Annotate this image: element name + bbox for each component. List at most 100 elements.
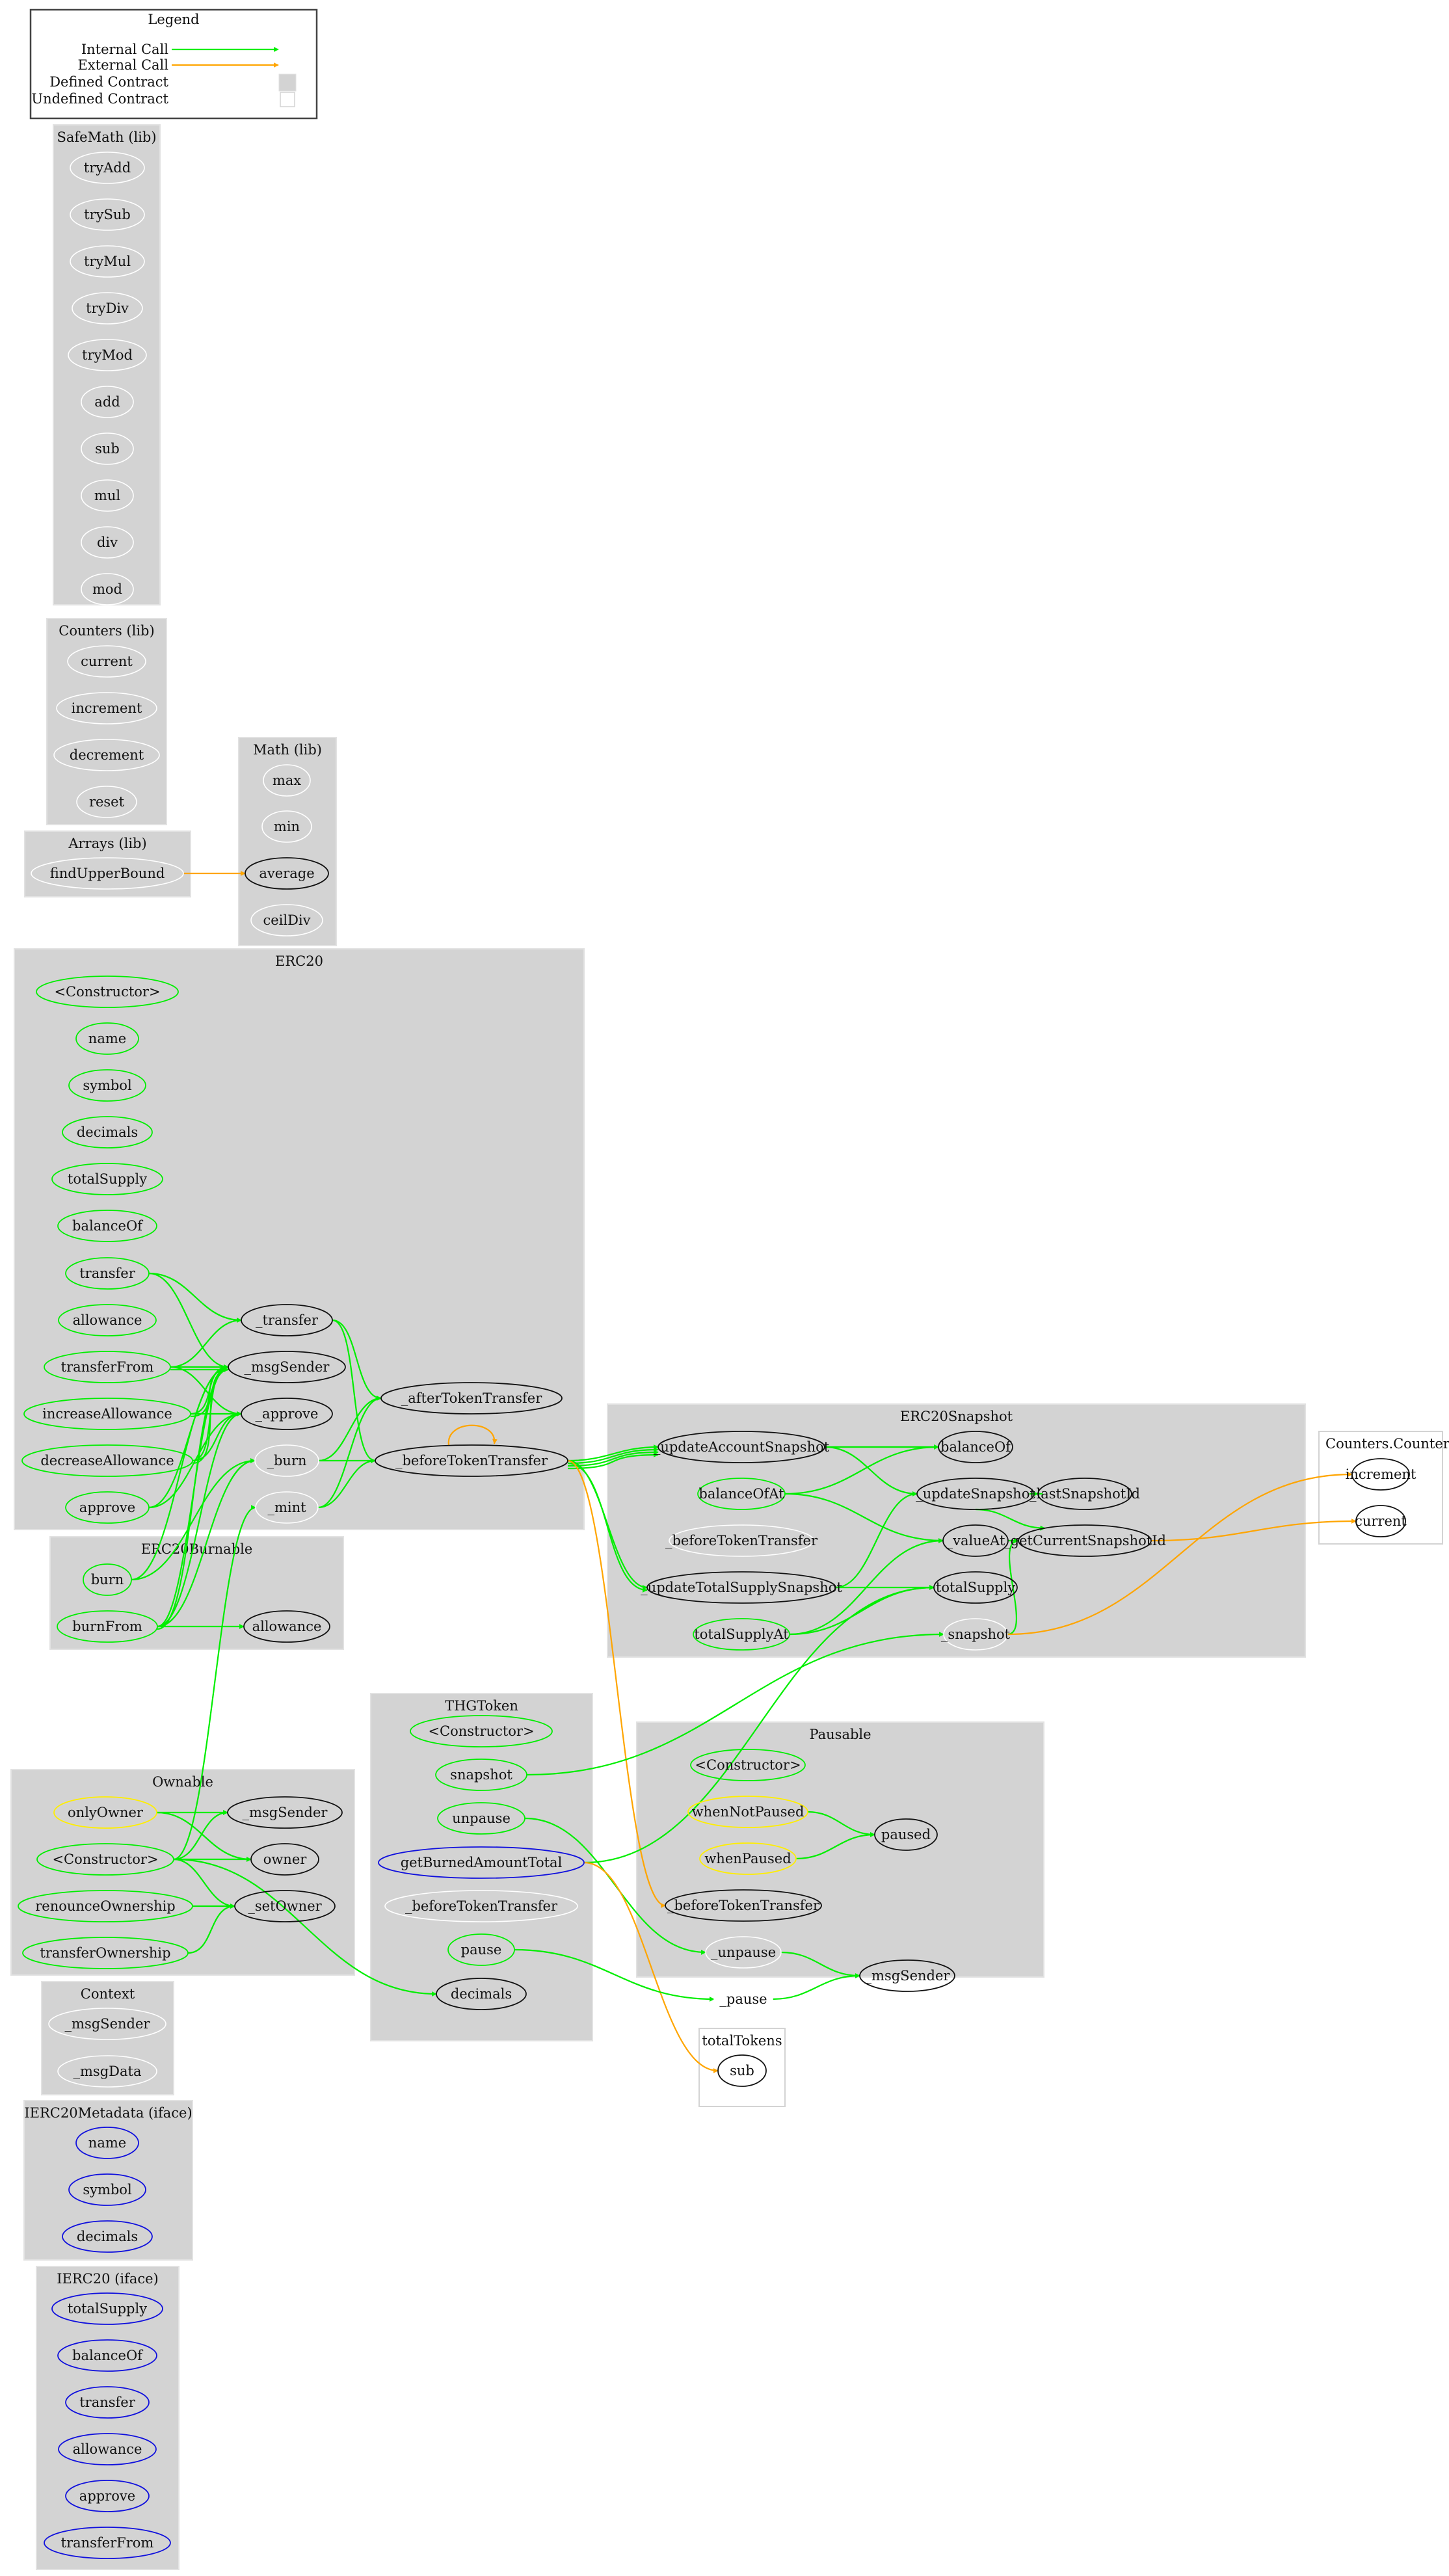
cluster-title: ERC20Snapshot [900,1409,1013,1424]
node-label: approve [79,1500,135,1515]
cluster-title: Arrays (lib) [68,836,146,851]
node-label: transfer [79,2395,135,2410]
node-label: ceilDiv [263,912,310,928]
node-label: totalSupply [936,1580,1015,1595]
cluster-title: Context [81,1986,135,2002]
node-label: increment [72,700,142,716]
node-label: snapshot [450,1767,512,1783]
node-label: decimals [451,1986,512,2002]
node-label: add [94,394,120,410]
cluster-safemath: SafeMath (lib) [53,124,161,605]
node-label: _mint [267,1500,306,1515]
internal-call-edge [772,1973,860,2000]
node-label: div [97,535,118,550]
node-label: whenNotPaused [692,1804,804,1820]
cluster-title: ERC20 [275,953,323,969]
cluster-title: Pausable [809,1727,871,1742]
node-label: <Constructor> [695,1757,801,1773]
node-label: tryDiv [86,300,129,316]
node-label: mul [94,488,120,503]
cluster-title: Ownable [152,1774,213,1790]
legend-undefined-contract-label: Undefined Contract [31,91,168,107]
node-label: _lastSnapshotId [1030,1486,1140,1502]
node-label: getBurnedAmountTotal [401,1855,563,1870]
legend-defined-contract-label: Defined Contract [49,74,168,90]
node-label: increaseAllowance [42,1406,172,1422]
node-label: trySub [84,207,131,222]
legend-undefined-contract-swatch-icon [280,92,295,107]
node-label: reset [89,794,125,810]
node-label: burnFrom [72,1619,142,1634]
node-label: transferFrom [61,2535,154,2551]
node-label: <Constructor> [54,984,160,1000]
node-label: _approve [256,1406,319,1422]
node-label: tryMul [84,254,131,269]
node-label: pause [461,1942,502,1958]
node-label: _beforeTokenTransfer [405,1898,558,1914]
node-label: _updateAccountSnapshot [654,1439,830,1455]
node-label: name [88,1031,126,1046]
node-label: findUpperBound [50,866,165,881]
node-label: _beforeTokenTransfer [665,1533,818,1548]
node-label: _transfer [256,1312,319,1328]
node-label: symbol [83,1078,132,1093]
node-label: tryMod [82,347,133,363]
node-label: unpause [452,1811,511,1826]
node-label: decreaseAllowance [40,1453,174,1468]
call-graph-diagram: Legend Internal Call External Call Defin… [10,8,1449,2570]
node-label: <Constructor> [52,1852,158,1867]
node-label: allowance [252,1619,322,1634]
node-label: transfer [79,1266,135,1281]
node-label: _pause [719,1991,767,2007]
node-label: totalSupplyAt [694,1627,789,1642]
node-label: _updateSnapshot [916,1486,1035,1502]
legend: Legend Internal Call External Call Defin… [29,8,318,120]
legend-defined-contract-swatch-icon [278,73,297,92]
clusters-layer: SafeMath (lib) Counters (lib) Arrays (lib)… [10,124,1449,2570]
node-label: renounceOwnership [35,1898,176,1914]
node-label: _burn [267,1453,306,1468]
node-label: min [274,819,300,834]
node-label: balanceOfAt [698,1486,784,1502]
cluster-title: IERC20 (iface) [57,2271,159,2287]
node-label: _unpause [711,1945,776,1960]
legend-internal-call-label: Internal Call [81,42,168,57]
node-label: transferFrom [61,1359,154,1375]
node-label: increment [1346,1467,1416,1482]
node-label: decimals [77,1124,138,1140]
node-label: _msgSender [865,1968,951,1984]
legend-external-call-label: External Call [77,57,168,73]
node-label: current [1355,1513,1407,1529]
cluster-box [53,124,161,605]
node-label: totalSupply [68,1171,147,1187]
node-label: _beforeTokenTransfer [395,1453,548,1468]
node-label: totalSupply [68,2301,147,2317]
node-label: _msgData [73,2064,142,2079]
cluster-title: IERC20Metadata (iface) [24,2105,192,2121]
cluster-title: totalTokens [702,2033,782,2049]
node-label: tryAdd [84,160,131,176]
node-label: allowance [73,2441,142,2457]
node-label: decrement [70,747,144,763]
cluster-title: Math (lib) [253,742,322,758]
node-label: whenPaused [704,1851,791,1866]
node-label: <Constructor> [428,1723,534,1739]
node-label: balanceOf [940,1439,1012,1455]
cluster-title: Counters.Counter [1325,1436,1449,1452]
node-label: _valueAt [946,1533,1005,1548]
node-label: balanceOf [72,1218,144,1234]
node-label: _updateTotalSupplySnapshot [641,1580,842,1595]
node-label: _getCurrentSnapshotId [1004,1533,1166,1548]
node-label: current [81,654,133,669]
node-label: mod [92,581,122,597]
node-label: allowance [73,1312,142,1328]
cluster-title: THGToken [445,1698,518,1714]
node-label: _msgSender [65,2016,151,2032]
function-node[interactable]: _pause [713,1983,773,2015]
node-label: owner [263,1852,308,1867]
node-label: approve [79,2488,135,2504]
node-label: _afterTokenTransfer [401,1390,542,1406]
node-label: _msgSender [245,1359,330,1375]
cluster-title: Counters (lib) [59,623,154,639]
node-label: decimals [77,2229,138,2244]
